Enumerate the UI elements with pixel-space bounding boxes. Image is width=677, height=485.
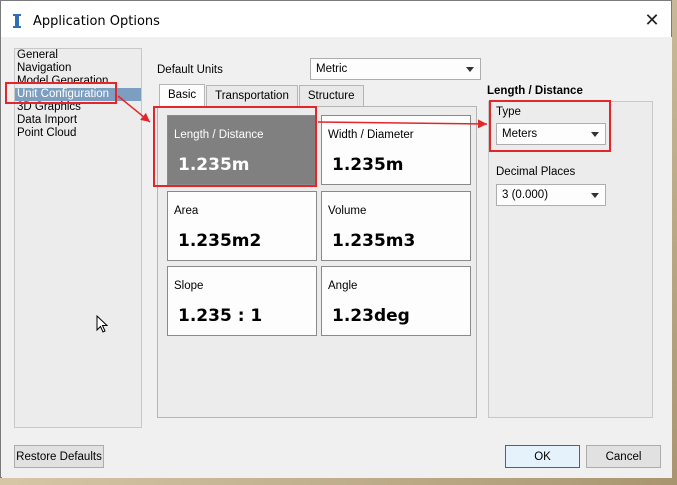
card-label: Slope xyxy=(174,280,204,292)
type-value: Meters xyxy=(502,128,538,140)
decimal-places-value: 3 (0.000) xyxy=(502,189,549,201)
nav-item-general[interactable]: General xyxy=(15,49,141,62)
tab-basic[interactable]: Basic xyxy=(159,84,206,107)
nav-item-3d-graphics[interactable]: 3D Graphics xyxy=(15,101,141,114)
nav-item-unit-configuration[interactable]: Unit Configuration xyxy=(15,88,141,101)
nav-item-point-cloud[interactable]: Point Cloud xyxy=(15,127,141,140)
dialog-body: General Navigation Model Generation Unit… xyxy=(2,37,672,478)
card-label: Volume xyxy=(328,205,367,217)
options-category-list: General Navigation Model Generation Unit… xyxy=(14,48,142,428)
card-value: 1.23deg xyxy=(332,306,410,326)
tab-structure[interactable]: Structure xyxy=(298,85,364,107)
ok-button[interactable]: OK xyxy=(505,445,580,468)
nav-item-model-generation[interactable]: Model Generation xyxy=(15,75,141,88)
card-value: 1.235m3 xyxy=(332,231,416,251)
app-icon xyxy=(13,14,21,28)
window-title: Application Options xyxy=(33,14,160,29)
chevron-down-icon xyxy=(591,132,599,137)
card-label: Length / Distance xyxy=(174,129,264,141)
unit-card-angle[interactable]: Angle 1.23deg xyxy=(321,266,471,336)
card-value: 1.235m xyxy=(332,155,404,175)
detail-panel: Type Meters Decimal Places 3 (0.000) xyxy=(488,101,653,418)
card-label: Angle xyxy=(328,280,358,292)
close-icon: ✕ xyxy=(644,9,660,31)
card-value: 1.235m xyxy=(178,155,250,175)
application-options-dialog: Application Options ✕ General Navigation… xyxy=(0,0,672,478)
card-value: 1.235m2 xyxy=(178,231,262,251)
default-units-select[interactable]: Metric xyxy=(310,58,481,80)
unit-card-width-diameter[interactable]: Width / Diameter 1.235m xyxy=(321,115,471,185)
decimal-places-label: Decimal Places xyxy=(496,166,576,178)
default-units-label: Default Units xyxy=(157,64,223,76)
card-value: 1.235 : 1 xyxy=(178,306,263,326)
unit-card-slope[interactable]: Slope 1.235 : 1 xyxy=(167,266,317,336)
mouse-cursor-icon xyxy=(96,315,108,333)
unit-card-area[interactable]: Area 1.235m2 xyxy=(167,191,317,261)
card-label: Area xyxy=(174,205,199,217)
chevron-down-icon xyxy=(591,193,599,198)
card-label: Width / Diameter xyxy=(328,129,414,141)
restore-defaults-button[interactable]: Restore Defaults xyxy=(14,445,104,468)
basic-tab-panel: Length / Distance 1.235m Width / Diamete… xyxy=(157,106,477,418)
nav-item-navigation[interactable]: Navigation xyxy=(15,62,141,75)
nav-item-data-import[interactable]: Data Import xyxy=(15,114,141,127)
tab-transportation[interactable]: Transportation xyxy=(206,85,298,107)
close-button[interactable]: ✕ xyxy=(641,9,663,31)
cancel-button[interactable]: Cancel xyxy=(586,445,661,468)
title-bar: Application Options ✕ xyxy=(1,1,671,37)
type-select[interactable]: Meters xyxy=(496,123,606,145)
chevron-down-icon xyxy=(466,67,474,72)
type-label: Type xyxy=(496,106,521,118)
decimal-places-select[interactable]: 3 (0.000) xyxy=(496,184,606,206)
unit-tabs: Basic Transportation Structure xyxy=(159,84,365,107)
default-units-value: Metric xyxy=(316,63,348,75)
unit-card-length-distance[interactable]: Length / Distance 1.235m xyxy=(167,115,317,185)
detail-panel-title: Length / Distance xyxy=(487,85,583,97)
unit-card-volume[interactable]: Volume 1.235m3 xyxy=(321,191,471,261)
